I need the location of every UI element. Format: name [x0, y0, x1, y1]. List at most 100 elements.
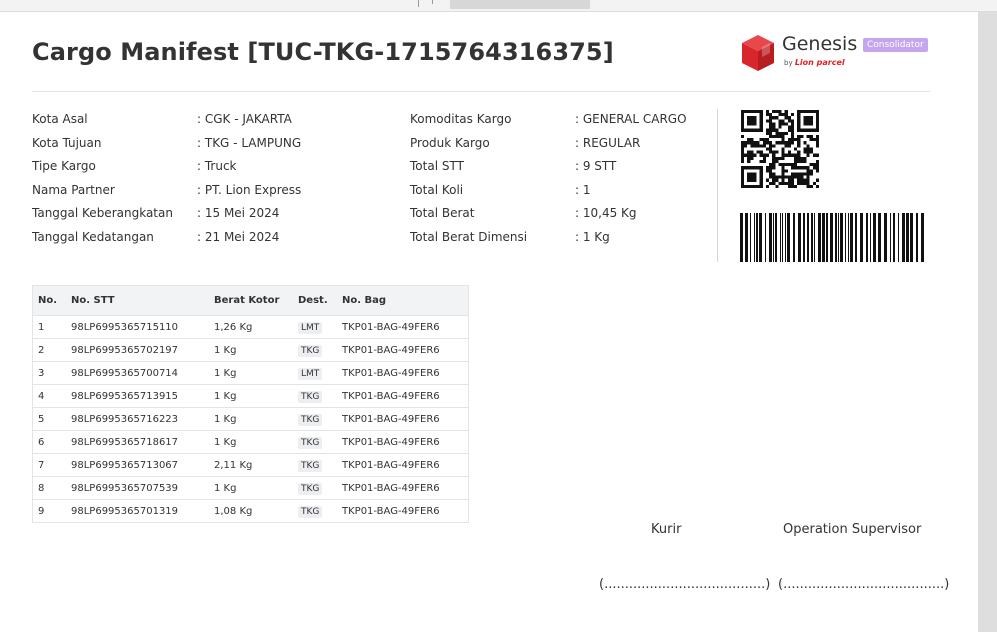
cell-stt: 98LP6995365713915 — [66, 384, 209, 408]
detail-value: : Truck — [197, 159, 237, 174]
table-header-row: No. No. STT Berat Kotor Dest. No. Bag — [32, 285, 469, 316]
signature-line-kurir: (.......................................… — [599, 577, 771, 592]
detail-label: Komoditas Kargo — [410, 112, 512, 126]
table-row: 9 98LP6995365701319 1,08 Kg TKG TKP01-BAG-49… — [32, 499, 469, 523]
detail-value: : 1 Kg — [575, 229, 610, 244]
detail-label: Produk Kargo — [410, 135, 490, 150]
detail-value: : GENERAL CARGO — [575, 112, 687, 126]
dest-badge: TKG — [298, 413, 323, 426]
cell-bag: TKP01-BAG-49FER6 — [337, 361, 469, 385]
cell-stt: 98LP6995365716223 — [66, 407, 209, 431]
detail-label: Total STT — [410, 159, 464, 174]
dest-badge: TKG — [298, 505, 323, 518]
table-row: 7 98LP6995365713067 2,11 Kg TKG TKP01-BAG-49… — [32, 453, 469, 477]
header-divider — [32, 91, 930, 92]
brand-name: Genesis — [782, 33, 858, 55]
table-row: 4 98LP6995365713915 1 Kg TKG TKP01-BAG-49FER… — [32, 384, 469, 408]
detail-label: Total Berat Dimensi — [410, 229, 528, 244]
detail-value: : 10,45 Kg — [575, 206, 637, 221]
cell-dest: LMT — [293, 315, 337, 339]
dest-badge: LMT — [298, 321, 323, 334]
cell-stt: 98LP6995365715110 — [66, 315, 209, 339]
detail-label: Tanggal Keberangkatan — [32, 206, 173, 221]
tab-divider — [418, 0, 419, 7]
detail-label: Tanggal Kedatangan — [32, 229, 154, 244]
cell-dest: TKG — [293, 384, 337, 408]
brand-tagline: by Lion parcel — [784, 58, 845, 67]
detail-value: : TKG - LAMPUNG — [197, 135, 302, 150]
cell-weight: 1,08 Kg — [209, 499, 293, 523]
cell-dest: TKG — [293, 453, 337, 477]
cell-weight: 1 Kg — [209, 384, 293, 408]
table-row: 8 98LP6995365707539 1 Kg TKG TKP01-BAG-49FER… — [32, 476, 469, 500]
dest-badge: TKG — [298, 436, 323, 449]
detail-label: Kota Asal — [32, 112, 88, 126]
signature-label-kurir: Kurir — [651, 522, 682, 537]
cell-no: 1 — [32, 315, 66, 339]
cell-bag: TKP01-BAG-49FER6 — [337, 315, 469, 339]
cell-stt: 98LP6995365702197 — [66, 338, 209, 362]
browser-tab[interactable] — [450, 0, 590, 9]
cell-weight: 1 Kg — [209, 476, 293, 500]
signature-label-supervisor: Operation Supervisor — [783, 522, 922, 537]
table-row: 1 98LP6995365715110 1,26 Kg LMT TKP01-BAG-49… — [32, 315, 469, 339]
cell-weight: 1 Kg — [209, 361, 293, 385]
cell-weight: 1 Kg — [209, 338, 293, 362]
detail-value: : CGK - JAKARTA — [197, 112, 292, 126]
cell-stt: 98LP6995365713067 — [66, 453, 209, 477]
detail-label: Total Berat — [410, 206, 475, 221]
table-row: 3 98LP6995365700714 1 Kg LMT TKP01-BAG-49FER… — [32, 361, 469, 385]
cell-stt: 98LP6995365718617 — [66, 430, 209, 454]
browser-tab-strip — [0, 0, 997, 12]
detail-label: Nama Partner — [32, 182, 115, 197]
brand-by: by — [784, 59, 793, 67]
cell-bag: TKP01-BAG-49FER6 — [337, 476, 469, 500]
detail-value: : 15 Mei 2024 — [197, 206, 280, 221]
cell-weight: 1,26 Kg — [209, 315, 293, 339]
cell-weight: 1 Kg — [209, 430, 293, 454]
dest-badge: TKG — [298, 390, 323, 403]
cell-bag: TKP01-BAG-49FER6 — [337, 453, 469, 477]
cell-no: 2 — [32, 338, 66, 362]
col-bag: No. Bag — [337, 285, 469, 316]
detail-value: : REGULAR — [575, 135, 641, 150]
col-stt: No. STT — [66, 285, 209, 316]
cell-dest: TKG — [293, 407, 337, 431]
dest-badge: TKG — [298, 482, 323, 495]
detail-label: Tipe Kargo — [32, 159, 96, 174]
cell-no: 5 — [32, 407, 66, 431]
cell-weight: 1 Kg — [209, 407, 293, 431]
genesis-logo-icon — [742, 35, 774, 71]
dest-badge: LMT — [298, 367, 323, 380]
tab-divider — [432, 0, 433, 4]
cell-bag: TKP01-BAG-49FER6 — [337, 430, 469, 454]
cell-bag: TKP01-BAG-49FER6 — [337, 407, 469, 431]
col-weight: Berat Kotor — [209, 285, 293, 316]
cell-dest: TKG — [293, 430, 337, 454]
cell-bag: TKP01-BAG-49FER6 — [337, 499, 469, 523]
cell-no: 9 — [32, 499, 66, 523]
cell-no: 8 — [32, 476, 66, 500]
consolidator-badge: Consolidator — [863, 38, 928, 52]
detail-value: : 21 Mei 2024 — [197, 229, 280, 244]
cell-stt: 98LP6995365701319 — [66, 499, 209, 523]
detail-label: Total Koli — [410, 182, 464, 197]
cell-dest: TKG — [293, 338, 337, 362]
cell-stt: 98LP6995365700714 — [66, 361, 209, 385]
cell-dest: TKG — [293, 476, 337, 500]
col-no: No. — [32, 285, 66, 316]
barcode-icon — [740, 213, 924, 262]
detail-value: : 1 — [575, 182, 591, 197]
lion-parcel-logo: Lion parcel — [794, 58, 845, 67]
cell-dest: TKG — [293, 499, 337, 523]
dest-badge: TKG — [298, 459, 323, 472]
detail-label: Kota Tujuan — [32, 135, 102, 150]
qr-code-icon — [741, 110, 819, 188]
cell-no: 6 — [32, 430, 66, 454]
scrollbar[interactable] — [978, 12, 997, 632]
stt-table: No. No. STT Berat Kotor Dest. No. Bag 19… — [32, 285, 469, 523]
cell-stt: 98LP6995365707539 — [66, 476, 209, 500]
col-dest: Dest. — [293, 285, 337, 316]
cell-no: 4 — [32, 384, 66, 408]
page-title: Cargo Manifest [TUC-TKG-1715764316375] — [32, 38, 614, 66]
